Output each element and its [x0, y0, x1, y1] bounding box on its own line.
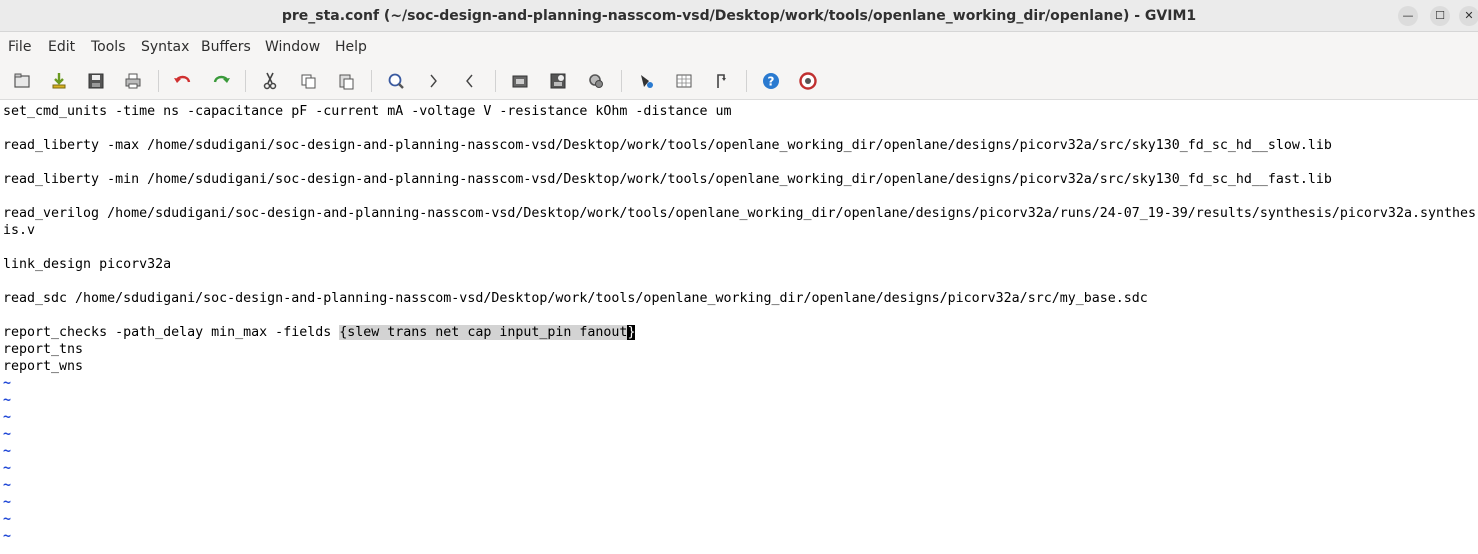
load-script-icon[interactable] — [509, 70, 531, 92]
menu-buffers[interactable]: Buffers — [201, 32, 251, 62]
editor-line: is.v — [3, 223, 36, 238]
minimize-button[interactable]: — — [1398, 6, 1418, 26]
jump-tag-icon[interactable] — [673, 70, 695, 92]
toolbar-separator — [371, 70, 372, 92]
empty-line-tilde: ~ — [3, 393, 12, 408]
cut-icon[interactable] — [259, 70, 281, 92]
split-window-icon[interactable] — [710, 70, 732, 92]
help-icon[interactable]: ? — [760, 70, 782, 92]
text-cursor: } — [627, 325, 636, 340]
make-icon[interactable] — [547, 70, 569, 92]
empty-line-tilde: ~ — [3, 478, 12, 493]
paste-icon[interactable] — [335, 70, 357, 92]
empty-line-tilde: ~ — [3, 495, 12, 510]
load-session-icon[interactable] — [48, 70, 70, 92]
empty-line-tilde: ~ — [3, 410, 12, 425]
toolbar: ? — [0, 62, 1478, 100]
copy-icon[interactable] — [297, 70, 319, 92]
editor-line: read_sdc /home/sdudigani/soc-design-and-… — [3, 291, 1148, 306]
empty-line-tilde: ~ — [3, 512, 12, 527]
maximize-button[interactable]: ☐ — [1430, 6, 1450, 26]
menu-help[interactable]: Help — [335, 32, 367, 62]
run-shell-icon[interactable] — [635, 70, 657, 92]
menu-bar: File Edit Tools Syntax Buffers Window He… — [0, 32, 1478, 62]
editor-line: read_liberty -min /home/sdudigani/soc-de… — [3, 172, 1332, 187]
menu-file[interactable]: File — [8, 32, 31, 62]
find-replace-icon[interactable] — [385, 70, 407, 92]
find-prev-icon[interactable] — [459, 70, 481, 92]
menu-tools[interactable]: Tools — [91, 32, 126, 62]
toolbar-separator — [621, 70, 622, 92]
menu-window[interactable]: Window — [265, 32, 320, 62]
find-next-icon[interactable] — [422, 70, 444, 92]
editor-line: read_verilog /home/sdudigani/soc-design-… — [3, 206, 1476, 221]
editor-line: report_wns — [3, 359, 84, 374]
editor-line: read_liberty -max /home/sdudigani/soc-de… — [3, 138, 1332, 153]
title-bar[interactable]: pre_sta.conf (~/soc-design-and-planning-… — [0, 0, 1478, 32]
toolbar-separator — [245, 70, 246, 92]
toolbar-separator — [746, 70, 747, 92]
editor-line: report_tns — [3, 342, 84, 357]
save-icon[interactable] — [85, 70, 107, 92]
line-text: report_checks -path_delay min_max -field… — [3, 325, 340, 340]
empty-line-tilde: ~ — [3, 376, 12, 391]
build-tags-icon[interactable] — [585, 70, 607, 92]
close-button[interactable]: ✕ — [1459, 6, 1478, 26]
menu-syntax[interactable]: Syntax — [141, 32, 189, 62]
empty-line-tilde: ~ — [3, 461, 12, 476]
empty-line-tilde: ~ — [3, 427, 12, 442]
editor-text-area[interactable]: set_cmd_units -time ns -capacitance pF -… — [0, 103, 1478, 554]
svg-text:?: ? — [768, 75, 775, 89]
undo-icon[interactable] — [172, 70, 194, 92]
visual-selection: {slew trans net cap input_pin fanout — [339, 325, 628, 340]
window-title: pre_sta.conf (~/soc-design-and-planning-… — [281, 8, 1197, 24]
editor-line-current: report_checks -path_delay min_max -field… — [3, 324, 636, 341]
menu-edit[interactable]: Edit — [48, 32, 75, 62]
empty-line-tilde: ~ — [3, 529, 12, 544]
toolbar-separator — [495, 70, 496, 92]
print-icon[interactable] — [122, 70, 144, 92]
empty-line-tilde: ~ — [3, 444, 12, 459]
redo-icon[interactable] — [210, 70, 232, 92]
editor-line: set_cmd_units -time ns -capacitance pF -… — [3, 104, 732, 119]
editor-line: link_design picorv32a — [3, 257, 172, 272]
find-help-icon[interactable] — [797, 70, 819, 92]
toolbar-separator — [158, 70, 159, 92]
open-file-icon[interactable] — [11, 70, 33, 92]
